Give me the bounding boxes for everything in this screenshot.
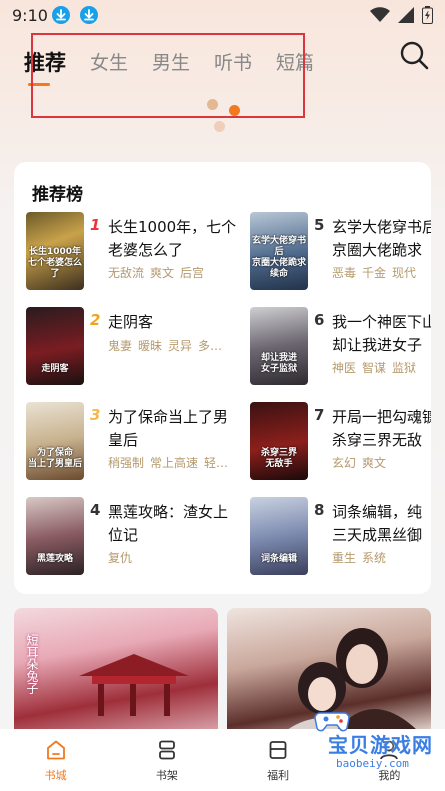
book-tags: 恶毒 千金 现代 <box>332 264 422 281</box>
tag: 暧昧 <box>138 339 163 353</box>
banner-text: 短耳朵兔子 <box>25 634 39 694</box>
download-icon <box>52 6 70 24</box>
search-icon[interactable] <box>399 40 429 70</box>
book-tags: 复仇 <box>108 549 138 566</box>
watermark: 宝贝游戏网 baobeiy.com <box>290 712 440 787</box>
battery-icon <box>422 6 433 24</box>
book-title[interactable]: 开局一把勾魂镰 杀穿三界无敌 <box>332 406 431 452</box>
rank-number: 2 <box>90 311 101 329</box>
status-bar: 9:10 <box>0 0 445 32</box>
book-cover[interactable]: 黑莲攻略 <box>26 497 84 575</box>
ranking-item[interactable]: 玄学大佬穿书后 京圈大佬跪求续命 5 玄学大佬穿书后 京圈大佬跪求 恶毒 千金 现代 <box>250 212 431 292</box>
rank-number: 3 <box>90 406 101 424</box>
book-title[interactable]: 黑莲攻略：渣女上位记 <box>108 501 240 547</box>
tag: 爽文 <box>362 456 387 470</box>
book-tags: 玄幻 爽文 <box>332 454 392 471</box>
tag: 智谋 <box>362 361 387 375</box>
tag: 稍强制 <box>108 456 145 470</box>
carousel-dots <box>205 99 255 139</box>
tag: 千金 <box>362 266 387 280</box>
ranking-title: 推荐榜 <box>32 185 83 205</box>
carousel-dot <box>214 121 225 132</box>
nav-label: 书架 <box>155 769 178 782</box>
annotation-box <box>31 33 305 118</box>
ranking-card: 推荐榜 长生1000年 七个老婆怎么了 1 长生1000年，七个老婆怎么了 无敌… <box>14 162 431 594</box>
watermark-url: baobeiy.com <box>336 757 409 770</box>
rank-number: 1 <box>90 216 101 234</box>
book-cover[interactable]: 词条编辑 <box>250 497 308 575</box>
rank-number: 7 <box>314 406 325 424</box>
tag: 现代 <box>392 266 417 280</box>
tag: 后宫 <box>180 266 205 280</box>
book-tags: 鬼妻 暧昧 灵异 多… <box>108 337 228 354</box>
bookshelf-icon <box>158 740 175 760</box>
tag: 复仇 <box>108 551 133 565</box>
rank-number: 8 <box>314 501 325 519</box>
book-cover[interactable]: 长生1000年 七个老婆怎么了 <box>26 212 84 290</box>
book-cover[interactable]: 却让我进 女子监狱 <box>250 307 308 385</box>
book-title[interactable]: 我一个神医下山 却让我进女子 <box>332 311 431 357</box>
wifi-icon <box>370 7 390 22</box>
pavilion-illustration <box>79 654 189 716</box>
tag: 鬼妻 <box>108 339 133 353</box>
tag: 神医 <box>332 361 357 375</box>
home-icon <box>46 740 65 760</box>
ranking-item[interactable]: 杀穿三界 无敌手 7 开局一把勾魂镰 杀穿三界无敌 玄幻 爽文 <box>250 402 431 482</box>
book-title[interactable]: 玄学大佬穿书后 京圈大佬跪求 <box>332 216 431 262</box>
signal-icon <box>398 7 414 23</box>
tag: 多… <box>198 339 223 353</box>
tag: 灵异 <box>168 339 193 353</box>
ranking-item[interactable]: 长生1000年 七个老婆怎么了 1 长生1000年，七个老婆怎么了 无敌流 爽文后… <box>26 212 236 292</box>
carousel-dot <box>207 99 218 110</box>
ranking-item[interactable]: 为了保命 当上了男皇后 3 为了保命当上了男皇后 稍强制 常上高速 轻… <box>26 402 236 482</box>
book-cover[interactable]: 玄学大佬穿书后 京圈大佬跪求续命 <box>250 212 308 290</box>
tag: 监狱 <box>392 361 417 375</box>
tag: 常上高速 <box>150 456 199 470</box>
rank-number: 6 <box>314 311 325 329</box>
book-tags: 稍强制 常上高速 轻… <box>108 454 234 471</box>
tag: 恶毒 <box>332 266 357 280</box>
tag: 系统 <box>362 551 387 565</box>
tag: 重生 <box>332 551 357 565</box>
book-title[interactable]: 走阴客 <box>108 311 240 334</box>
ranking-item[interactable]: 走阴客 2 走阴客 鬼妻 暧昧 灵异 多… <box>26 307 236 387</box>
nav-bookstore[interactable]: 书城 <box>0 729 111 791</box>
nav-label: 书城 <box>44 769 67 782</box>
watermark-text: 宝贝游戏网 <box>328 733 433 757</box>
rank-number: 5 <box>314 216 325 234</box>
book-tags: 重生 系统 <box>332 549 392 566</box>
gift-icon <box>269 741 287 759</box>
book-title[interactable]: 为了保命当上了男皇后 <box>108 406 240 452</box>
book-cover[interactable]: 走阴客 <box>26 307 84 385</box>
status-time: 9:10 <box>12 6 48 25</box>
book-tags: 无敌流 爽文 后宫 <box>108 264 210 281</box>
book-tags: 神医 智谋 监狱 <box>332 359 422 376</box>
nav-bookshelf[interactable]: 书架 <box>111 729 222 791</box>
banner-card[interactable]: 短耳朵兔子 <box>14 608 218 730</box>
tag: 无敌流 <box>108 266 145 280</box>
ranking-item[interactable]: 词条编辑 8 词条编辑，纯 三天成黑丝御 重生 系统 <box>250 497 431 577</box>
tag: 爽文 <box>150 266 175 280</box>
rank-number: 4 <box>90 501 101 519</box>
book-cover[interactable]: 杀穿三界 无敌手 <box>250 402 308 480</box>
tag: 轻… <box>204 456 229 470</box>
ranking-item[interactable]: 却让我进 女子监狱 6 我一个神医下山 却让我进女子 神医 智谋 监狱 <box>250 307 431 387</box>
tag: 玄幻 <box>332 456 357 470</box>
download-icon <box>80 6 98 24</box>
book-title[interactable]: 词条编辑，纯 三天成黑丝御 <box>332 501 431 547</box>
ranking-item[interactable]: 黑莲攻略 4 黑莲攻略：渣女上位记 复仇 <box>26 497 236 577</box>
carousel-dot-active <box>229 105 240 116</box>
book-cover[interactable]: 为了保命 当上了男皇后 <box>26 402 84 480</box>
book-title[interactable]: 长生1000年，七个老婆怎么了 <box>108 216 240 262</box>
